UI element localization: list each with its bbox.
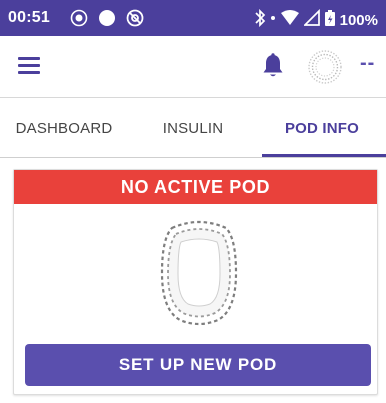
bell-icon[interactable] <box>262 53 284 79</box>
active-tab-indicator <box>262 154 386 157</box>
wifi-icon <box>280 9 300 31</box>
do-not-disturb-icon <box>126 9 144 32</box>
pod-card: NO ACTIVE POD SET UP NEW POD <box>13 169 378 395</box>
bluetooth-icon <box>254 8 266 31</box>
status-time: 00:51 <box>8 9 50 26</box>
record-icon <box>98 9 116 32</box>
status-icons-right: 100% <box>254 8 378 31</box>
battery-percent: 100% <box>339 11 378 29</box>
tab-bar: DASHBOARD INSULIN POD INFO <box>0 98 386 158</box>
tab-pod-info[interactable]: POD INFO <box>258 98 386 158</box>
battery-icon <box>324 9 336 31</box>
menu-icon[interactable] <box>18 57 40 75</box>
signal-icon <box>302 8 320 31</box>
status-bar: 00:51 100% <box>0 0 386 36</box>
set-up-new-pod-button[interactable]: SET UP NEW POD <box>25 344 371 386</box>
status-ring-icon[interactable] <box>307 49 343 85</box>
status-value: -- <box>360 52 376 74</box>
status-icons-left <box>70 9 144 32</box>
no-active-pod-banner: NO ACTIVE POD <box>14 170 377 204</box>
tab-insulin[interactable]: INSULIN <box>128 98 258 158</box>
data-icon <box>270 9 276 31</box>
pod-outline-graphic <box>156 218 242 328</box>
app-bar: -- <box>0 36 386 98</box>
tab-dashboard[interactable]: DASHBOARD <box>0 98 128 158</box>
focus-icon <box>70 9 88 32</box>
